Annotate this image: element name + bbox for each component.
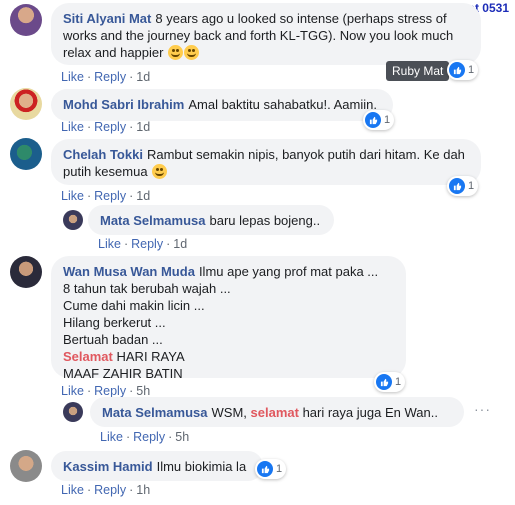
laughing-emoji-icon — [168, 45, 184, 60]
reaction-count[interactable]: 1 — [447, 176, 479, 196]
reply-link[interactable]: Reply — [94, 120, 126, 134]
reaction-count[interactable]: 1 — [363, 110, 395, 130]
like-link[interactable]: Like — [61, 384, 84, 398]
comment-line: MAAF ZAHIR BATIN — [63, 366, 183, 381]
reply-link[interactable]: Reply — [94, 189, 126, 203]
reply-link[interactable]: Reply — [94, 70, 126, 84]
comment-author[interactable]: Siti Alyani Mat — [63, 11, 151, 26]
like-reaction-icon — [257, 461, 273, 477]
comment-time[interactable]: 5h — [175, 430, 189, 444]
avatar[interactable] — [10, 138, 42, 170]
avatar[interactable] — [10, 450, 42, 482]
comment-time[interactable]: 1d — [136, 70, 150, 84]
like-link[interactable]: Like — [61, 189, 84, 203]
reply-link[interactable]: Reply — [133, 430, 165, 444]
avatar[interactable] — [63, 210, 83, 230]
comment-author[interactable]: Mata Selmamusa — [100, 213, 206, 228]
comment-text: hari raya juga En Wan.. — [302, 405, 438, 420]
reply-link[interactable]: Reply — [94, 384, 126, 398]
comment-actions: Like · Reply · 5h — [100, 430, 190, 444]
comment-author[interactable]: Mohd Sabri Ibrahim — [63, 97, 184, 112]
comment-author[interactable]: Chelah Tokki — [63, 147, 143, 162]
comment-text: baru lepas bojeng.. — [209, 213, 321, 228]
like-link[interactable]: Like — [100, 430, 123, 444]
comment-text: WSM, — [211, 405, 247, 420]
comment-bubble: Mata Selmamusa WSM, selamat hari raya jug… — [90, 397, 464, 427]
reaction-count[interactable]: 1 — [255, 459, 287, 479]
comment-line: 8 tahun tak berubah wajah ... — [63, 281, 231, 296]
comment-text: Ilmu biokimia la — [156, 459, 247, 474]
comment-line: Ilmu ape yang prof mat paka ... — [198, 264, 379, 279]
comment-time[interactable]: 1d — [136, 189, 150, 203]
comment-actions: Like · Reply · 1d — [61, 189, 151, 203]
avatar[interactable] — [63, 402, 83, 422]
comment-time[interactable]: 1h — [136, 483, 150, 497]
avatar[interactable] — [10, 88, 42, 120]
comment-bubble: Chelah Tokki Rambut semakin nipis, banyok… — [51, 139, 481, 185]
comment-time[interactable]: 1d — [136, 120, 150, 134]
reaction-tooltip: Ruby Mat — [386, 61, 450, 81]
comment-actions: Like · Reply · 1d — [61, 120, 151, 134]
comment-actions: Like · Reply · 1d — [98, 237, 188, 251]
like-reaction-icon — [449, 178, 465, 194]
comment-author[interactable]: Kassim Hamid — [63, 459, 153, 474]
comment-actions: Like · Reply · 5h — [61, 384, 151, 398]
highlighted-word[interactable]: Selamat — [63, 349, 113, 364]
comment-bubble: Siti Alyani Mat 8 years ago u looked so i… — [51, 3, 481, 65]
like-reaction-icon — [376, 374, 392, 390]
comment-bubble: Mohd Sabri Ibrahim Amal baktitu sahabatku… — [51, 89, 393, 121]
comment-bubble: Kassim Hamid Ilmu biokimia la — [51, 451, 263, 481]
reply-link[interactable]: Reply — [94, 483, 126, 497]
comment-line: Hilang berkerut ... — [63, 315, 166, 330]
laughing-emoji-icon — [152, 164, 168, 179]
more-options-icon[interactable]: ··· — [474, 401, 491, 417]
comment-line: Cume dahi makin licin ... — [63, 298, 205, 313]
like-link[interactable]: Like — [61, 120, 84, 134]
comment-actions: Like · Reply · 1d — [61, 70, 151, 84]
smiling-emoji-icon — [184, 45, 200, 60]
comment-bubble: Mata Selmamusa baru lepas bojeng.. — [88, 205, 334, 235]
comment-actions: Like · Reply · 1h — [61, 483, 151, 497]
like-link[interactable]: Like — [98, 237, 121, 251]
reaction-count[interactable]: 1 — [447, 60, 479, 80]
comment-author[interactable]: Mata Selmamusa — [102, 405, 208, 420]
like-reaction-icon — [449, 62, 465, 78]
comment-line: Bertuah badan ... — [63, 332, 163, 347]
comment-time[interactable]: 5h — [136, 384, 150, 398]
avatar[interactable] — [10, 4, 42, 36]
avatar[interactable] — [10, 256, 42, 288]
comment-line: HARI RAYA — [116, 349, 185, 364]
comment-text: Amal baktitu sahabatku!. Aamiin. — [188, 97, 377, 112]
like-link[interactable]: Like — [61, 483, 84, 497]
comment-time[interactable]: 1d — [173, 237, 187, 251]
comment-author[interactable]: Wan Musa Wan Muda — [63, 264, 195, 279]
reply-link[interactable]: Reply — [131, 237, 163, 251]
like-link[interactable]: Like — [61, 70, 84, 84]
highlighted-word[interactable]: selamat — [251, 405, 299, 420]
like-reaction-icon — [365, 112, 381, 128]
comment-bubble: Wan Musa Wan Muda Ilmu ape yang prof mat … — [51, 256, 406, 381]
reaction-count[interactable]: 1 — [374, 372, 406, 392]
